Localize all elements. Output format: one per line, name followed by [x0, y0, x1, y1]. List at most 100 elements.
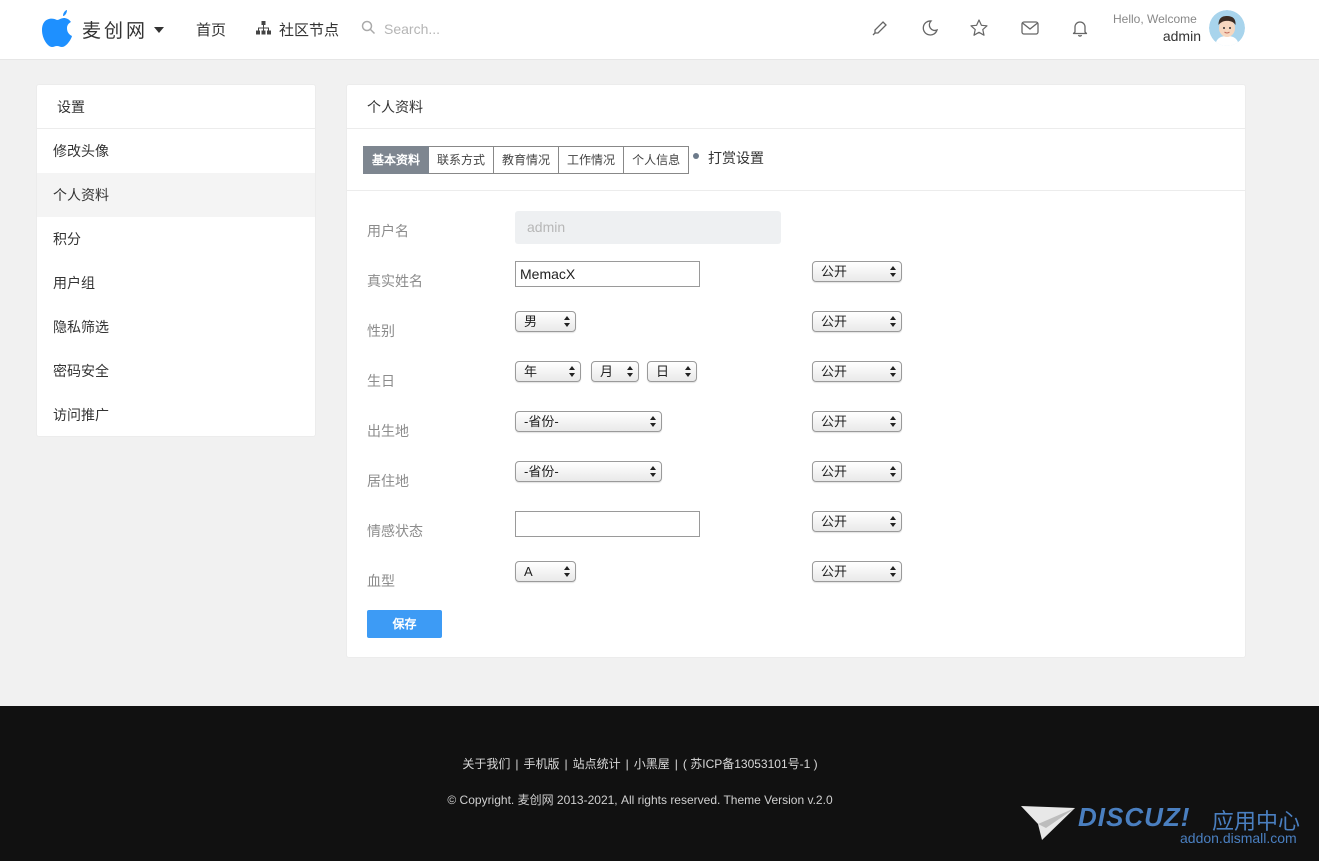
- select-value: -省份-: [524, 464, 559, 479]
- birth-year-select[interactable]: 年: [515, 361, 581, 382]
- pen-icon[interactable]: [870, 18, 890, 38]
- star-icon[interactable]: [969, 18, 989, 38]
- profile-tabbar: 基本资料 联系方式 教育情况 工作情况 个人信息 打赏设置: [347, 129, 1245, 191]
- discuz-watermark: DISCUZ! 应用中心 addon.dismall.com: [1020, 800, 1310, 850]
- row-realname: 真实姓名 公开: [347, 261, 1245, 295]
- nav-community-nodes[interactable]: 社区节点: [279, 19, 339, 40]
- paper-plane-icon: [1021, 806, 1075, 840]
- footer-link-mobile[interactable]: 手机版: [523, 757, 559, 771]
- birthplace-province-select[interactable]: -省份-: [515, 411, 662, 432]
- tab-basic[interactable]: 基本资料: [363, 146, 430, 174]
- realname-input[interactable]: [515, 261, 700, 287]
- tab-reward-settings[interactable]: 打赏设置: [708, 148, 764, 168]
- footer-link-icp[interactable]: ( 苏ICP备13053101号-1 ): [683, 757, 818, 771]
- select-value: 公开: [821, 464, 848, 479]
- residence-province-select[interactable]: -省份-: [515, 461, 662, 482]
- profile-tabs: 基本资料 联系方式 教育情况 工作情况 个人信息: [363, 146, 690, 174]
- residence-privacy-select[interactable]: 公开: [812, 461, 902, 482]
- top-header: 麦创网 首页 社区节点 Hello, Welcome admin: [0, 0, 1319, 60]
- tab-education[interactable]: 教育情况: [494, 146, 560, 174]
- select-arrows-icon: [890, 516, 896, 527]
- search-input[interactable]: [384, 16, 584, 42]
- sidebar-item-promotion[interactable]: 访问推广: [37, 393, 315, 437]
- select-value: 年: [524, 364, 538, 379]
- bullet-icon: [693, 153, 699, 159]
- footer-links: 关于我们 | 手机版 | 站点统计 | 小黑屋 |( 苏ICP备13053101号-1 ): [462, 757, 818, 771]
- moon-icon[interactable]: [920, 18, 940, 38]
- label-gender: 性别: [367, 323, 395, 339]
- realname-privacy-select[interactable]: 公开: [812, 261, 902, 282]
- sidebar-title: 设置: [37, 85, 315, 129]
- select-arrows-icon: [627, 366, 633, 377]
- mail-icon[interactable]: [1020, 18, 1040, 38]
- settings-sidebar: 设置 修改头像 个人资料 积分 用户组 隐私筛选 密码安全 访问推广: [36, 84, 316, 437]
- birthplace-privacy-select[interactable]: 公开: [812, 411, 902, 432]
- sidebar-item-credits[interactable]: 积分: [37, 217, 315, 261]
- select-arrows-icon: [890, 466, 896, 477]
- username-readonly: admin: [515, 211, 781, 244]
- row-birthday: 生日 年 月 日 公开: [347, 361, 1245, 395]
- bloodtype-privacy-select[interactable]: 公开: [812, 561, 902, 582]
- select-arrows-icon: [569, 366, 575, 377]
- affective-input[interactable]: [515, 511, 700, 537]
- tab-personal[interactable]: 个人信息: [624, 146, 690, 174]
- site-brand[interactable]: 麦创网: [82, 16, 148, 43]
- gender-select[interactable]: 男: [515, 311, 576, 332]
- row-bloodtype: 血型 A 公开: [347, 561, 1245, 595]
- select-value: 月: [600, 364, 614, 379]
- select-arrows-icon: [685, 366, 691, 377]
- footer-link-stats[interactable]: 站点统计: [573, 757, 621, 771]
- label-birthday: 生日: [367, 373, 395, 389]
- user-name[interactable]: admin: [1163, 28, 1201, 44]
- affective-privacy-select[interactable]: 公开: [812, 511, 902, 532]
- select-value: 公开: [821, 364, 848, 379]
- sidebar-item-profile[interactable]: 个人资料: [37, 173, 315, 217]
- bloodtype-select[interactable]: A: [515, 561, 576, 582]
- watermark-brand: DISCUZ!: [1078, 802, 1191, 832]
- birth-day-select[interactable]: 日: [647, 361, 697, 382]
- save-button[interactable]: 保存: [367, 610, 442, 638]
- row-residence: 居住地 -省份- 公开: [347, 461, 1245, 495]
- select-arrows-icon: [890, 316, 896, 327]
- select-value: 公开: [821, 514, 848, 529]
- chevron-down-icon[interactable]: [154, 27, 164, 33]
- select-arrows-icon: [890, 566, 896, 577]
- select-value: A: [524, 564, 533, 579]
- select-value: 公开: [821, 564, 848, 579]
- label-bloodtype: 血型: [367, 573, 395, 589]
- select-value: 日: [656, 364, 670, 379]
- row-birthplace: 出生地 -省份- 公开: [347, 411, 1245, 445]
- label-realname: 真实姓名: [367, 273, 423, 289]
- sidebar-item-avatar[interactable]: 修改头像: [37, 129, 315, 173]
- select-arrows-icon: [650, 416, 656, 427]
- apple-logo-icon[interactable]: [40, 10, 74, 48]
- row-affective: 情感状态 公开: [347, 511, 1245, 545]
- birthday-privacy-select[interactable]: 公开: [812, 361, 902, 382]
- select-arrows-icon: [890, 416, 896, 427]
- label-username: 用户名: [367, 223, 409, 239]
- sidebar-item-privacy[interactable]: 隐私筛选: [37, 305, 315, 349]
- select-value: -省份-: [524, 414, 559, 429]
- label-birthplace: 出生地: [367, 423, 409, 439]
- footer-link-about[interactable]: 关于我们: [462, 757, 510, 771]
- label-affective: 情感状态: [367, 523, 423, 539]
- tab-work[interactable]: 工作情况: [559, 146, 625, 174]
- sidebar-item-password[interactable]: 密码安全: [37, 349, 315, 393]
- select-arrows-icon: [564, 316, 570, 327]
- watermark-url: addon.dismall.com: [1180, 830, 1297, 846]
- avatar[interactable]: [1209, 10, 1245, 46]
- select-arrows-icon: [890, 266, 896, 277]
- select-value: 公开: [821, 264, 848, 279]
- search-icon: [361, 20, 376, 35]
- footer-link-blacklist[interactable]: 小黑屋: [634, 757, 670, 771]
- bell-icon[interactable]: [1070, 18, 1090, 38]
- sidebar-item-usergroup[interactable]: 用户组: [37, 261, 315, 305]
- gender-privacy-select[interactable]: 公开: [812, 311, 902, 332]
- row-gender: 性别 男 公开: [347, 311, 1245, 345]
- nav-home[interactable]: 首页: [196, 19, 226, 40]
- birth-month-select[interactable]: 月: [591, 361, 639, 382]
- profile-panel: 个人资料 基本资料 联系方式 教育情况 工作情况 个人信息 打赏设置 用户名 a…: [346, 84, 1246, 658]
- tab-contact[interactable]: 联系方式: [429, 146, 495, 174]
- page-title: 个人资料: [347, 85, 1245, 129]
- label-residence: 居住地: [367, 473, 409, 489]
